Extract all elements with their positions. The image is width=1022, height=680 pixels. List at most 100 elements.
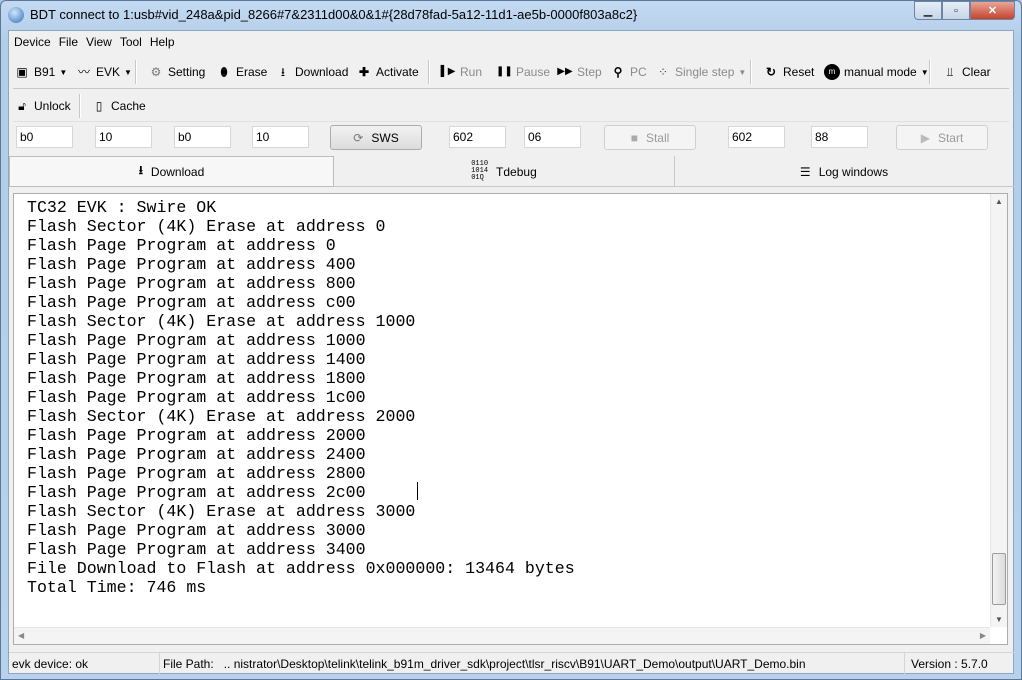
pause-button[interactable]: ❚❚ Pause <box>496 60 550 84</box>
chip-icon: ▣ <box>16 65 28 79</box>
text-caret <box>417 482 418 500</box>
log-line: Flash Page Program at address 1400 <box>27 350 366 369</box>
unlock-icon: 🔓︎ <box>18 99 26 113</box>
tab-label: Log windows <box>818 164 889 179</box>
step-label: Step <box>577 65 602 79</box>
start-button[interactable]: ▶ Start <box>896 125 988 150</box>
menu-help[interactable]: Help <box>150 35 175 49</box>
run-button[interactable]: ▌▶ Run <box>440 60 482 84</box>
unlock-button[interactable]: 🔓︎ Unlock <box>14 94 71 118</box>
reset-button[interactable]: ↻ Reset <box>763 60 814 84</box>
device-status: evk device: ok <box>9 653 160 674</box>
single-step-dropdown[interactable]: ⁘ Single step ▼ <box>655 60 746 84</box>
scroll-down-arrow[interactable]: ▼ <box>991 615 1007 624</box>
mode-dropdown[interactable]: m manual mode ▼ <box>824 60 929 84</box>
play-icon: ▶ <box>920 130 930 145</box>
swire-input-3[interactable] <box>174 126 231 148</box>
start-value-input[interactable] <box>811 126 868 148</box>
reset-icon: ↻ <box>765 65 777 79</box>
chip-dropdown[interactable]: ▣ B91 ▼ <box>14 60 67 84</box>
separator <box>79 94 81 118</box>
sws-button[interactable]: ⟳ SWS <box>330 125 422 150</box>
board-dropdown[interactable]: 〰 EVK ▼ <box>76 60 132 84</box>
cache-button[interactable]: ▯ Cache <box>91 94 146 118</box>
clear-button[interactable]: ⫫ Clear <box>942 60 991 84</box>
tab-tdebug[interactable]: 0110 1014 01Q Tdebug <box>334 156 675 187</box>
board-label: EVK <box>96 65 121 79</box>
scroll-thumb[interactable] <box>992 553 1006 605</box>
pc-label: PC <box>630 65 647 79</box>
chip-label: B91 <box>34 65 56 79</box>
plus-icon: ✚ <box>358 65 370 79</box>
separator <box>750 60 752 84</box>
download-button[interactable]: ⭳ Download <box>275 60 348 84</box>
log-line: Flash Page Program at address 2800 <box>27 464 366 483</box>
stall-button[interactable]: ■ Stall <box>604 125 696 150</box>
gear-icon: ⚙ <box>150 65 162 79</box>
reset-label: Reset <box>783 65 815 79</box>
window-title: BDT connect to 1:usb#vid_248a&pid_8266#7… <box>30 7 638 22</box>
log-line: Flash Page Program at address 1800 <box>27 369 366 388</box>
tab-log-windows[interactable]: ☰ Log windows <box>675 156 1013 187</box>
log-line: Flash Page Program at address 1000 <box>27 331 366 350</box>
maximize-button[interactable]: ▫ <box>942 1 970 20</box>
log-line: Flash Page Program at address c00 <box>27 293 356 312</box>
download-icon: ⭳ <box>138 163 143 177</box>
search-icon: ⚲ <box>613 65 623 79</box>
pause-label: Pause <box>516 65 551 79</box>
log-line: Flash Page Program at address 800 <box>27 274 356 293</box>
main-window: Device File View Tool Help ▣ B91 ▼ 〰 EVK ▼ ⚙… <box>8 30 1015 674</box>
tab-label: Download <box>150 164 205 179</box>
separator <box>428 60 430 84</box>
close-button[interactable]: ✕ <box>970 1 1015 20</box>
sd-card-icon: ▯ <box>95 99 103 113</box>
start-address-input[interactable] <box>728 126 785 148</box>
file-path-label: File Path: <box>163 657 214 671</box>
start-label: Start <box>937 130 964 145</box>
scroll-up-arrow[interactable]: ▲ <box>991 197 1007 206</box>
cache-label: Cache <box>111 99 146 113</box>
menu-device[interactable]: Device <box>14 35 51 49</box>
step-icon: ▶▶ <box>557 66 573 77</box>
mode-icon: m <box>824 64 840 80</box>
log-line: Flash Page Program at address 3000 <box>27 521 366 540</box>
eraser-icon: ⬮ <box>220 65 228 79</box>
log-output[interactable]: TC32 EVK : Swire OK Flash Sector (4K) Era… <box>13 193 1008 645</box>
app-icon <box>8 7 24 23</box>
menu-file[interactable]: File <box>59 35 78 49</box>
swire-input-1[interactable] <box>16 126 73 148</box>
divider <box>13 88 1009 89</box>
stall-address-input[interactable] <box>449 126 506 148</box>
stall-label: Stall <box>645 130 670 145</box>
minimize-button[interactable]: ▁ <box>914 1 942 20</box>
tab-download[interactable]: ⭳ Download <box>9 156 334 187</box>
menu-view[interactable]: View <box>86 35 112 49</box>
horizontal-scrollbar[interactable]: ◀ ▶ <box>14 627 990 644</box>
scroll-right-arrow[interactable]: ▶ <box>980 631 986 640</box>
log-text: TC32 EVK : Swire OK Flash Sector (4K) Era… <box>27 198 575 597</box>
stop-icon: ■ <box>630 130 638 145</box>
unlock-label: Unlock <box>34 99 71 113</box>
step-button[interactable]: ▶▶ Step <box>557 60 602 84</box>
pc-button[interactable]: ⚲ PC <box>610 60 647 84</box>
scroll-left-arrow[interactable]: ◀ <box>18 631 24 640</box>
stall-value-input[interactable] <box>524 126 581 148</box>
refresh-icon: ⟳ <box>353 130 364 145</box>
log-line: Flash Page Program at address 0 <box>27 236 336 255</box>
erase-label: Erase <box>236 65 268 79</box>
log-line: File Download to Flash at address 0x0000… <box>27 559 575 578</box>
menu-tool[interactable]: Tool <box>120 35 142 49</box>
divider <box>13 121 1009 122</box>
activate-button[interactable]: ✚ Activate <box>356 60 419 84</box>
swire-input-4[interactable] <box>252 126 309 148</box>
log-line: Flash Page Program at address 400 <box>27 255 356 274</box>
clear-label: Clear <box>962 65 991 79</box>
version-status: Version : 5.7.0 <box>911 657 988 671</box>
setting-button[interactable]: ⚙ Setting <box>148 60 206 84</box>
vertical-scrollbar[interactable]: ▲ ▼ <box>990 194 1007 627</box>
log-line: Total Time: 746 ms <box>27 578 207 597</box>
swire-input-2[interactable] <box>95 126 152 148</box>
erase-button[interactable]: ⬮ Erase <box>216 60 267 84</box>
run-label: Run <box>460 65 483 79</box>
download-label: Download <box>295 65 349 79</box>
